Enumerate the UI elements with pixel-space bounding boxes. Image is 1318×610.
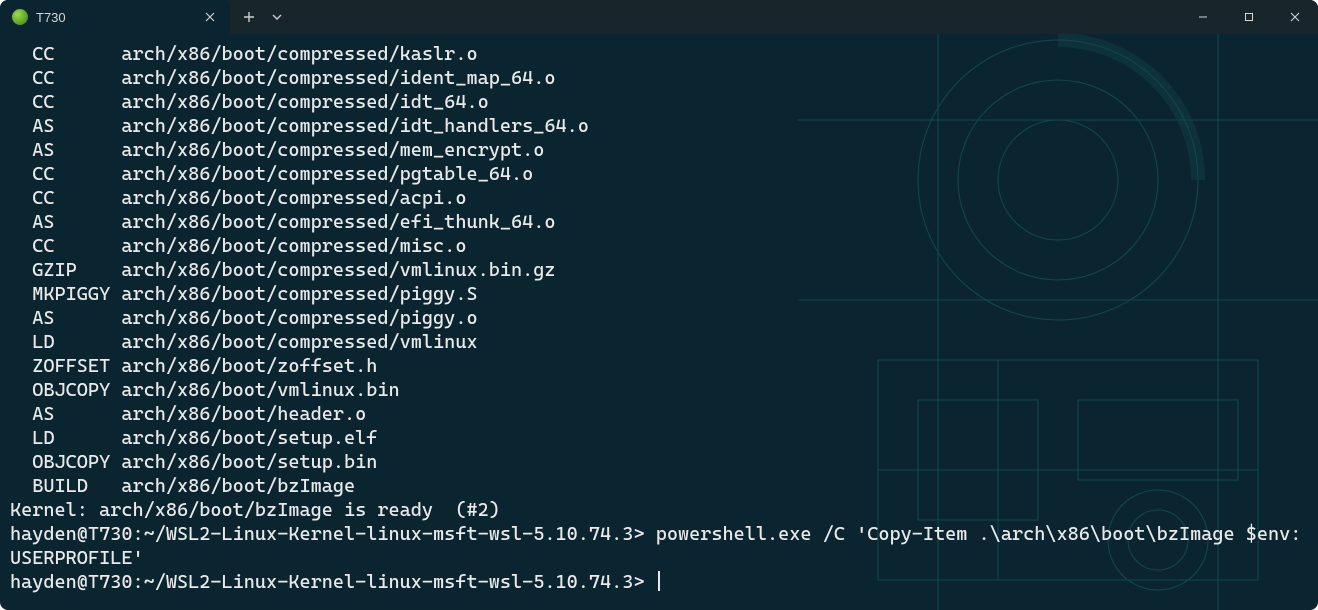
build-output-line: GZIP arch/x86/boot/compressed/vmlinux.bi… bbox=[10, 258, 1308, 282]
tab-dropdown-button[interactable] bbox=[270, 10, 284, 24]
close-icon bbox=[1290, 12, 1300, 22]
minimize-icon bbox=[1198, 12, 1208, 22]
close-window-button[interactable] bbox=[1272, 0, 1318, 34]
build-output-line: CC arch/x86/boot/compressed/kaslr.o bbox=[10, 42, 1308, 66]
build-output-line: MKPIGGY arch/x86/boot/compressed/piggy.S bbox=[10, 282, 1308, 306]
build-output-line: AS arch/x86/boot/compressed/piggy.o bbox=[10, 306, 1308, 330]
tab-active[interactable]: T730 bbox=[0, 0, 230, 34]
close-icon bbox=[205, 12, 215, 22]
build-output-line: AS arch/x86/boot/compressed/mem_encrypt.… bbox=[10, 138, 1308, 162]
build-output-line: AS arch/x86/boot/header.o bbox=[10, 402, 1308, 426]
maximize-icon bbox=[1244, 12, 1254, 22]
plus-icon bbox=[243, 11, 255, 23]
prompt-line: hayden@T730:~/WSL2-Linux-Kernel-linux-ms… bbox=[10, 522, 1308, 570]
build-output-line: OBJCOPY arch/x86/boot/vmlinux.bin bbox=[10, 378, 1308, 402]
prompt-line: hayden@T730:~/WSL2-Linux-Kernel-linux-ms… bbox=[10, 570, 1308, 594]
terminal-output[interactable]: CC arch/x86/boot/compressed/kaslr.o CC a… bbox=[0, 34, 1318, 604]
terminal-window: T730 CC arch/x86/boot/co bbox=[0, 0, 1318, 610]
kernel-ready-line: Kernel: arch/x86/boot/bzImage is ready (… bbox=[10, 498, 1308, 522]
build-output-line: ZOFFSET arch/x86/boot/zoffset.h bbox=[10, 354, 1308, 378]
build-output-line: LD arch/x86/boot/compressed/vmlinux bbox=[10, 330, 1308, 354]
build-output-line: BUILD arch/x86/boot/bzImage bbox=[10, 474, 1308, 498]
close-tab-button[interactable] bbox=[202, 9, 218, 25]
maximize-button[interactable] bbox=[1226, 0, 1272, 34]
build-output-line: OBJCOPY arch/x86/boot/setup.bin bbox=[10, 450, 1308, 474]
build-output-line: CC arch/x86/boot/compressed/misc.o bbox=[10, 234, 1308, 258]
opensuse-icon bbox=[12, 9, 28, 25]
build-output-line: CC arch/x86/boot/compressed/idt_64.o bbox=[10, 90, 1308, 114]
build-output-line: LD arch/x86/boot/setup.elf bbox=[10, 426, 1308, 450]
build-output-line: CC arch/x86/boot/compressed/pgtable_64.o bbox=[10, 162, 1308, 186]
tab-title: T730 bbox=[36, 10, 194, 25]
build-output-line: CC arch/x86/boot/compressed/acpi.o bbox=[10, 186, 1308, 210]
new-tab-button[interactable] bbox=[242, 10, 256, 24]
cursor bbox=[658, 571, 660, 591]
titlebar[interactable]: T730 bbox=[0, 0, 1318, 34]
minimize-button[interactable] bbox=[1180, 0, 1226, 34]
tab-actions bbox=[230, 0, 296, 34]
chevron-down-icon bbox=[271, 11, 283, 23]
window-controls bbox=[1180, 0, 1318, 34]
build-output-line: AS arch/x86/boot/compressed/idt_handlers… bbox=[10, 114, 1308, 138]
build-output-line: AS arch/x86/boot/compressed/efi_thunk_64… bbox=[10, 210, 1308, 234]
build-output-line: CC arch/x86/boot/compressed/ident_map_64… bbox=[10, 66, 1308, 90]
